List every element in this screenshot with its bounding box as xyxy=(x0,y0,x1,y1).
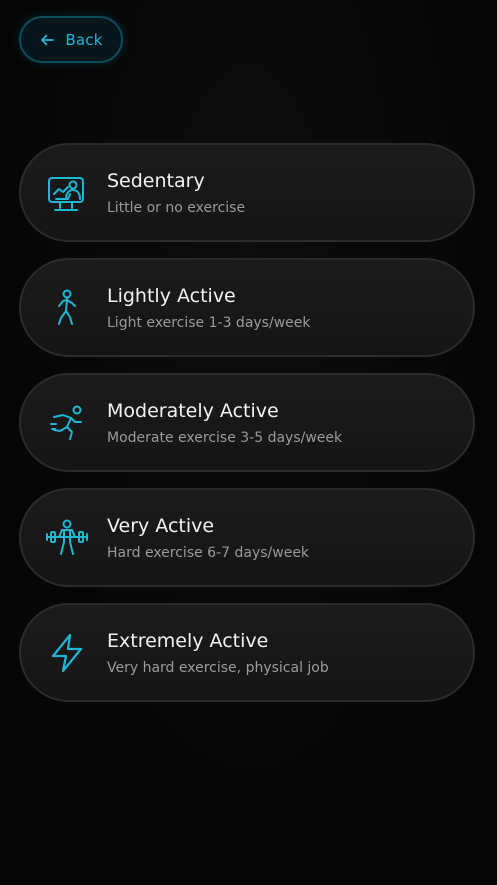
desk-person-icon xyxy=(45,171,89,215)
running-icon xyxy=(45,401,89,445)
option-extremely-active[interactable]: Extremely Active Very hard exercise, phy… xyxy=(19,603,475,702)
option-moderately-active[interactable]: Moderately Active Moderate exercise 3-5 … xyxy=(19,373,475,472)
option-description: Moderate exercise 3-5 days/week xyxy=(107,429,343,446)
arrow-left-icon xyxy=(39,32,55,48)
option-lightly-active[interactable]: Lightly Active Light exercise 1-3 days/w… xyxy=(19,258,475,357)
option-description: Little or no exercise xyxy=(107,199,246,216)
option-description: Hard exercise 6-7 days/week xyxy=(107,544,310,561)
option-title: Sedentary xyxy=(107,169,205,192)
option-title: Extremely Active xyxy=(107,629,269,652)
option-very-active[interactable]: Very Active Hard exercise 6-7 days/week xyxy=(19,488,475,587)
option-title: Very Active xyxy=(107,514,215,537)
lightning-icon xyxy=(45,631,89,675)
walking-icon xyxy=(45,286,89,330)
option-sedentary[interactable]: Sedentary Little or no exercise xyxy=(19,143,475,242)
option-title: Moderately Active xyxy=(107,399,279,422)
activity-level-screen: Back Sedentary Little or no exercise Lig… xyxy=(0,0,497,885)
option-title: Lightly Active xyxy=(107,284,236,307)
activity-options-list: Sedentary Little or no exercise Lightly … xyxy=(19,143,475,702)
back-button[interactable]: Back xyxy=(19,16,123,63)
option-description: Light exercise 1-3 days/week xyxy=(107,314,311,331)
weightlifting-icon xyxy=(45,516,89,560)
back-label: Back xyxy=(65,30,103,49)
option-description: Very hard exercise, physical job xyxy=(107,659,329,676)
